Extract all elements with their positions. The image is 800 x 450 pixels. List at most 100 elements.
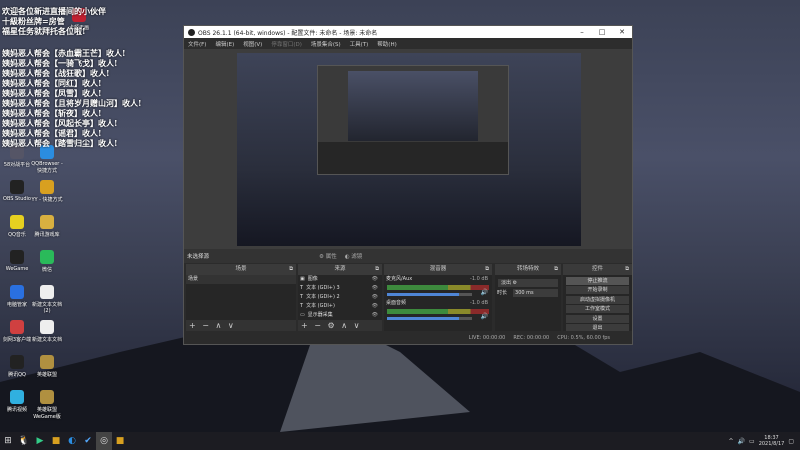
live-status: LIVE: 00:00:00 — [468, 334, 506, 341]
notification-icon[interactable]: ▢ — [788, 438, 794, 445]
chat-gift-line: 姨妈恶人帮会【斩夜】收人! — [2, 108, 102, 118]
volume-slider[interactable]: 🔊 — [387, 313, 488, 320]
windows-start-icon[interactable]: ⊞ — [0, 432, 16, 450]
menu-item[interactable]: 工具(T) — [350, 40, 369, 48]
eye-icon[interactable]: 👁 — [372, 293, 378, 302]
undock-icon[interactable]: ⧉ — [554, 264, 558, 275]
app-icon — [40, 355, 54, 369]
control-button[interactable]: 设置 — [566, 314, 629, 323]
tencent-video-icon[interactable]: ▶ — [32, 432, 48, 450]
volume-slider[interactable]: 🔊 — [387, 289, 488, 296]
control-button[interactable]: 开始录制 — [566, 286, 629, 294]
undock-icon[interactable]: ⧉ — [375, 264, 379, 275]
yy-app-icon[interactable]: ■ — [112, 432, 128, 450]
desktop-icon[interactable]: 英雄联盟 — [30, 355, 64, 378]
menu-item[interactable]: 帮助(H) — [377, 40, 396, 48]
dock-title: 转场特效 — [516, 266, 539, 272]
chat-gift-line: 姨妈恶人帮会【谣君】收人! — [2, 128, 102, 138]
app-icon — [40, 320, 54, 334]
speaker-icon[interactable]: 🔊 — [481, 289, 488, 296]
desktop-icon[interactable]: 新建文本文档 (2) — [30, 285, 64, 314]
chat-gift-line: 姨妈恶人帮会【风起长亭】收人! — [2, 118, 118, 128]
source-name: 图像 — [307, 276, 318, 282]
dock-title: 控件 — [591, 266, 603, 272]
icon-label: QQ音乐 — [8, 232, 26, 238]
desktop-icon[interactable]: 腾讯QQ — [0, 355, 34, 378]
yy-icon[interactable]: ■ — [48, 432, 64, 450]
app-icon — [10, 180, 24, 194]
dock-title: 场景 — [235, 266, 247, 272]
icon-label: QQBrowser - 快捷方式 — [31, 161, 63, 174]
preview-area — [184, 49, 632, 249]
close-button[interactable]: ✕ — [612, 28, 632, 36]
source-item[interactable]: T 文本 (GDI+) 2 👁 — [298, 293, 382, 302]
source-item[interactable]: ▭ 显示器采集 👁 — [298, 311, 382, 320]
source-item[interactable]: T 文本 (GDI+) 👁 — [298, 302, 382, 311]
scene-item[interactable]: 场景 — [186, 275, 296, 284]
app-icon — [10, 320, 24, 334]
desktop-icon[interactable]: OBS Studio — [0, 180, 34, 202]
menu-item[interactable]: 文件(F) — [188, 40, 206, 48]
desktop-icon[interactable]: YY - 快捷方式 — [30, 180, 64, 203]
desktop-icon[interactable]: 58对战平台 — [0, 145, 34, 168]
properties-button[interactable]: ⚙ 属性 — [319, 252, 337, 260]
status-bar: LIVE: 00:00:00 REC: 00:00:00 CPU: 0.5%, … — [184, 331, 632, 344]
transition-select[interactable]: 淡出 ⚙ — [498, 279, 558, 287]
chat-gift-line: 姨妈恶人帮会【战狂歌】收人! — [2, 68, 110, 78]
desktop-icon[interactable]: 腾讯游戏库 — [30, 215, 64, 238]
desktop-icon[interactable]: 英雄联盟WeGame版 — [30, 390, 64, 420]
desktop-icon[interactable]: QQ音乐 — [0, 215, 34, 238]
mixer-channel: 麦克风/Aux -1.0 dB 🔊 — [384, 275, 492, 296]
icon-label: WeGame — [5, 266, 29, 272]
desktop-icon[interactable]: 剑网3客户端 — [0, 320, 34, 343]
source-toolbar: 未选择源 ⚙ 属性 ◐ 滤镜 — [184, 249, 632, 263]
menu-item[interactable]: 视图(V) — [243, 40, 262, 48]
app-icon — [40, 180, 54, 194]
desktop-icon[interactable]: 电脑管家 — [0, 285, 34, 308]
undock-icon[interactable]: ⧉ — [485, 264, 489, 275]
control-button[interactable]: 工作室模式 — [566, 305, 629, 313]
icon-label: 58对战平台 — [3, 162, 31, 168]
obs-taskbar-icon[interactable]: ◎ — [96, 432, 112, 450]
sources-dock: 来源 ⧉ ▣ 图像 👁 T 文本 (GDI+) 3 👁 T 文本 (GDI+) 2 👁 T 文本 (G… — [298, 264, 382, 331]
icon-label: 腾讯视频 — [6, 407, 27, 413]
eye-icon[interactable]: 👁 — [372, 284, 378, 293]
clock[interactable]: 18:37 2021/8/17 — [759, 435, 785, 447]
source-tools[interactable]: + − ⚙ ∧ ∨ — [298, 320, 382, 331]
menu-item[interactable]: 编辑(E) — [215, 40, 234, 48]
minimize-button[interactable]: – — [572, 28, 592, 36]
undock-icon[interactable]: ⧉ — [289, 264, 293, 275]
desktop-icon[interactable]: WeGame — [0, 250, 34, 272]
undock-icon[interactable]: ⧉ — [625, 264, 629, 275]
desktop-icon[interactable]: 新建文本文档 — [30, 320, 64, 343]
filters-button[interactable]: ◐ 滤镜 — [345, 252, 363, 260]
eye-icon[interactable]: 👁 — [372, 311, 378, 320]
icon-label: 新建文本文档 (2) — [31, 302, 62, 314]
menu-item[interactable]: 场景集合(S) — [311, 40, 341, 48]
menu-item[interactable]: 停靠窗口(D) — [271, 40, 302, 48]
title-bar: OBS 26.1.1 (64-bit, windows) - 配置文件: 未命名… — [184, 26, 632, 38]
eye-icon[interactable]: 👁 — [372, 302, 378, 311]
control-button[interactable]: 启动虚拟摄像机 — [566, 295, 629, 304]
maximize-button[interactable]: □ — [592, 28, 612, 36]
steam-check-icon[interactable]: ✔ — [80, 432, 96, 450]
volume-icon[interactable]: 🔊 — [738, 438, 745, 445]
eye-icon[interactable]: 👁 — [372, 275, 378, 284]
source-item[interactable]: T 文本 (GDI+) 3 👁 — [298, 284, 382, 293]
control-button[interactable]: 停止推流 — [566, 276, 629, 285]
duration-input[interactable]: 300 ms — [513, 289, 558, 297]
desktop-icon[interactable]: QQBrowser - 快捷方式 — [30, 145, 64, 174]
qqbrowser-icon[interactable]: ◐ — [64, 432, 80, 450]
tray-chevron-icon[interactable]: ^ — [729, 438, 734, 445]
speaker-icon[interactable]: 🔊 — [481, 313, 488, 320]
desktop-icon[interactable]: 腾讯视频 — [0, 390, 34, 413]
network-icon[interactable]: ▭ — [749, 438, 755, 445]
duration-label: 时长 — [497, 289, 508, 296]
qq-icon[interactable]: 🐧 — [16, 432, 32, 450]
source-item[interactable]: ▣ 图像 👁 — [298, 275, 382, 284]
scene-tools[interactable]: + − ∧ ∨ — [186, 320, 296, 331]
text-icon: T — [300, 303, 304, 309]
channel-db: -1.0 dB — [470, 276, 488, 282]
source-name: 文本 (GDI+) 3 — [306, 285, 340, 291]
desktop-icon[interactable]: 微信 — [30, 250, 64, 273]
